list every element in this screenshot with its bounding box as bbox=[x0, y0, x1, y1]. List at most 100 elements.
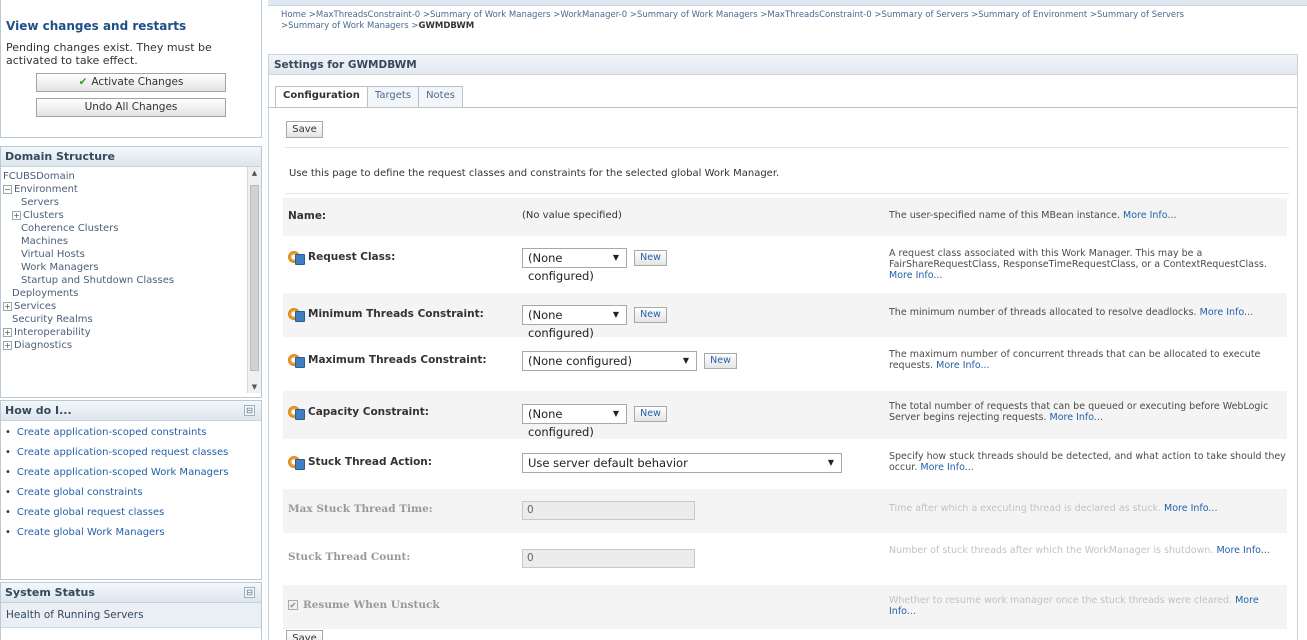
tree-item[interactable]: + Services bbox=[3, 300, 261, 313]
how-do-i-link[interactable]: Create application-scoped constraints bbox=[5, 427, 261, 438]
system-status-title: System Status bbox=[5, 586, 95, 599]
tree-item[interactable]: Coherence Clusters bbox=[3, 222, 261, 235]
tree-item[interactable]: Servers bbox=[3, 196, 261, 209]
name-row: Name: (No value specified) The user-spec… bbox=[283, 198, 1287, 236]
more-info-link[interactable]: More Info... bbox=[1164, 503, 1217, 514]
resume-label-group: ✔ Resume When Unstuck bbox=[288, 599, 440, 611]
how-do-i-link[interactable]: Create application-scoped request classe… bbox=[5, 447, 261, 458]
request-class-select[interactable]: (None configured) ▼ bbox=[522, 248, 627, 283]
breadcrumb-current: GWMDBWM bbox=[418, 21, 475, 31]
save-button[interactable]: Save bbox=[286, 630, 323, 640]
capacity-row: Capacity Constraint: (None configured) ▼ … bbox=[283, 391, 1287, 439]
chevron-down-icon: ▼ bbox=[682, 356, 689, 365]
collapse-icon[interactable]: ⊟ bbox=[244, 587, 255, 598]
capacity-label-group: Capacity Constraint: bbox=[288, 405, 429, 420]
scroll-up-icon[interactable]: ▲ bbox=[248, 167, 261, 179]
request-class-label: Request Class: bbox=[308, 251, 396, 263]
scroll-down-icon[interactable]: ▼ bbox=[248, 381, 261, 393]
scroll-thumb[interactable] bbox=[250, 185, 259, 371]
max-threads-label: Maximum Threads Constraint: bbox=[308, 354, 487, 366]
stuck-count-label: Stuck Thread Count: bbox=[288, 551, 411, 563]
settings-panel: Settings for GWMDBWM Configuration Targe… bbox=[268, 54, 1298, 640]
more-info-link[interactable]: More Info... bbox=[1123, 210, 1176, 221]
tree-item[interactable]: Machines bbox=[3, 235, 261, 248]
tree-scrollbar[interactable]: ▲ ▼ bbox=[247, 167, 261, 393]
configure-icon bbox=[288, 353, 305, 368]
stuck-count-input[interactable]: 0 bbox=[522, 549, 695, 568]
left-sidebar: View changes and restarts Pending change… bbox=[0, 0, 266, 640]
how-do-i-link[interactable]: Create global constraints bbox=[5, 487, 261, 498]
tree-item[interactable]: − Environment bbox=[3, 183, 261, 196]
more-info-link[interactable]: More Info... bbox=[889, 270, 942, 281]
capacity-select[interactable]: (None configured) ▼ bbox=[522, 404, 627, 439]
how-do-i-link[interactable]: Create application-scoped Work Managers bbox=[5, 467, 261, 478]
max-stuck-time-help: Time after which a executing thread is d… bbox=[889, 503, 1218, 514]
new-request-class-button[interactable]: New bbox=[634, 250, 667, 266]
expand-icon[interactable]: + bbox=[12, 211, 21, 220]
name-value: (No value specified) bbox=[522, 210, 622, 221]
stuck-action-select[interactable]: Use server default behavior ▼ bbox=[522, 453, 842, 473]
tree-item[interactable]: Work Managers bbox=[3, 261, 261, 274]
view-changes-link[interactable]: View changes and restarts bbox=[1, 0, 261, 33]
new-capacity-button[interactable]: New bbox=[634, 406, 667, 422]
how-do-i-link[interactable]: Create global Work Managers bbox=[5, 527, 261, 538]
tree-item[interactable]: + Diagnostics bbox=[3, 339, 261, 352]
chevron-down-icon: ▼ bbox=[612, 310, 619, 319]
tree-item[interactable]: Startup and Shutdown Classes bbox=[3, 274, 261, 287]
divider bbox=[285, 147, 1289, 148]
tree-item[interactable]: Virtual Hosts bbox=[3, 248, 261, 261]
tab-configuration[interactable]: Configuration bbox=[275, 86, 368, 108]
tree-item[interactable]: FCUBSDomain bbox=[3, 170, 261, 183]
more-info-link[interactable]: More Info... bbox=[920, 462, 973, 473]
new-min-threads-button[interactable]: New bbox=[634, 307, 667, 323]
system-status-panel: System Status ⊟ Health of Running Servers bbox=[0, 582, 262, 640]
min-threads-select[interactable]: (None configured) ▼ bbox=[522, 305, 627, 340]
breadcrumb: Home >MaxThreadsConstraint-0 >Summary of… bbox=[268, 6, 1228, 48]
stuck-action-label: Stuck Thread Action: bbox=[308, 456, 432, 468]
save-button[interactable]: Save bbox=[286, 121, 323, 138]
more-info-link[interactable]: More Info... bbox=[1200, 307, 1253, 318]
tree-item-label: Work Managers bbox=[21, 262, 99, 273]
tab-targets[interactable]: Targets bbox=[366, 86, 420, 108]
expand-icon[interactable]: + bbox=[3, 302, 12, 311]
max-stuck-time-input[interactable]: 0 bbox=[522, 501, 695, 520]
tree-item-label: Clusters bbox=[23, 210, 64, 221]
collapse-icon[interactable]: ⊟ bbox=[244, 405, 255, 416]
collapse-icon[interactable]: − bbox=[3, 185, 12, 194]
tree-item[interactable]: + Clusters bbox=[3, 209, 261, 222]
chevron-down-icon: ▼ bbox=[612, 253, 619, 262]
max-threads-row: Maximum Threads Constraint: (None config… bbox=[283, 339, 1287, 389]
resume-checkbox[interactable]: ✔ bbox=[288, 600, 298, 610]
change-center-panel: View changes and restarts Pending change… bbox=[0, 0, 262, 138]
tree-item-label: Servers bbox=[21, 197, 60, 208]
more-info-link[interactable]: More Info... bbox=[1050, 412, 1103, 423]
undo-all-changes-button[interactable]: Undo All Changes bbox=[36, 98, 226, 117]
min-threads-label-group: Minimum Threads Constraint: bbox=[288, 307, 484, 322]
activate-changes-button[interactable]: ✔ Activate Changes bbox=[36, 73, 226, 92]
expand-icon[interactable]: + bbox=[3, 341, 12, 350]
configure-icon bbox=[288, 250, 305, 265]
min-threads-row: Minimum Threads Constraint: (None config… bbox=[283, 293, 1287, 340]
chevron-down-icon: ▼ bbox=[612, 409, 619, 418]
more-info-link[interactable]: More Info... bbox=[936, 360, 989, 371]
tree-item[interactable]: Security Realms bbox=[3, 313, 261, 326]
stuck-action-label-group: Stuck Thread Action: bbox=[288, 455, 432, 470]
tree-item[interactable]: + Interoperability bbox=[3, 326, 261, 339]
how-do-i-link[interactable]: Create global request classes bbox=[5, 507, 261, 518]
tree-item[interactable]: Deployments bbox=[3, 287, 261, 300]
name-help: The user-specified name of this MBean in… bbox=[889, 210, 1177, 221]
new-max-threads-button[interactable]: New bbox=[704, 353, 737, 369]
how-do-i-list: Create application-scoped constraints Cre… bbox=[1, 421, 261, 538]
request-class-row: Request Class: (None configured) ▼ New A … bbox=[283, 238, 1287, 290]
expand-icon[interactable]: + bbox=[3, 328, 12, 337]
tree-item-label: Deployments bbox=[12, 288, 79, 299]
max-threads-label-group: Maximum Threads Constraint: bbox=[288, 353, 487, 368]
tree-item-label: Security Realms bbox=[12, 314, 93, 325]
more-info-link[interactable]: More Info... bbox=[1216, 545, 1269, 556]
tab-divider bbox=[269, 107, 1297, 108]
how-do-i-panel: How do I... ⊟ Create application-scoped c… bbox=[0, 400, 262, 580]
domain-structure-panel: Domain Structure FCUBSDomain − Environment… bbox=[0, 146, 262, 398]
breadcrumb-path[interactable]: Home >MaxThreadsConstraint-0 >Summary of… bbox=[281, 10, 1184, 31]
max-threads-select[interactable]: (None configured) ▼ bbox=[522, 351, 697, 371]
tab-notes[interactable]: Notes bbox=[418, 86, 463, 108]
